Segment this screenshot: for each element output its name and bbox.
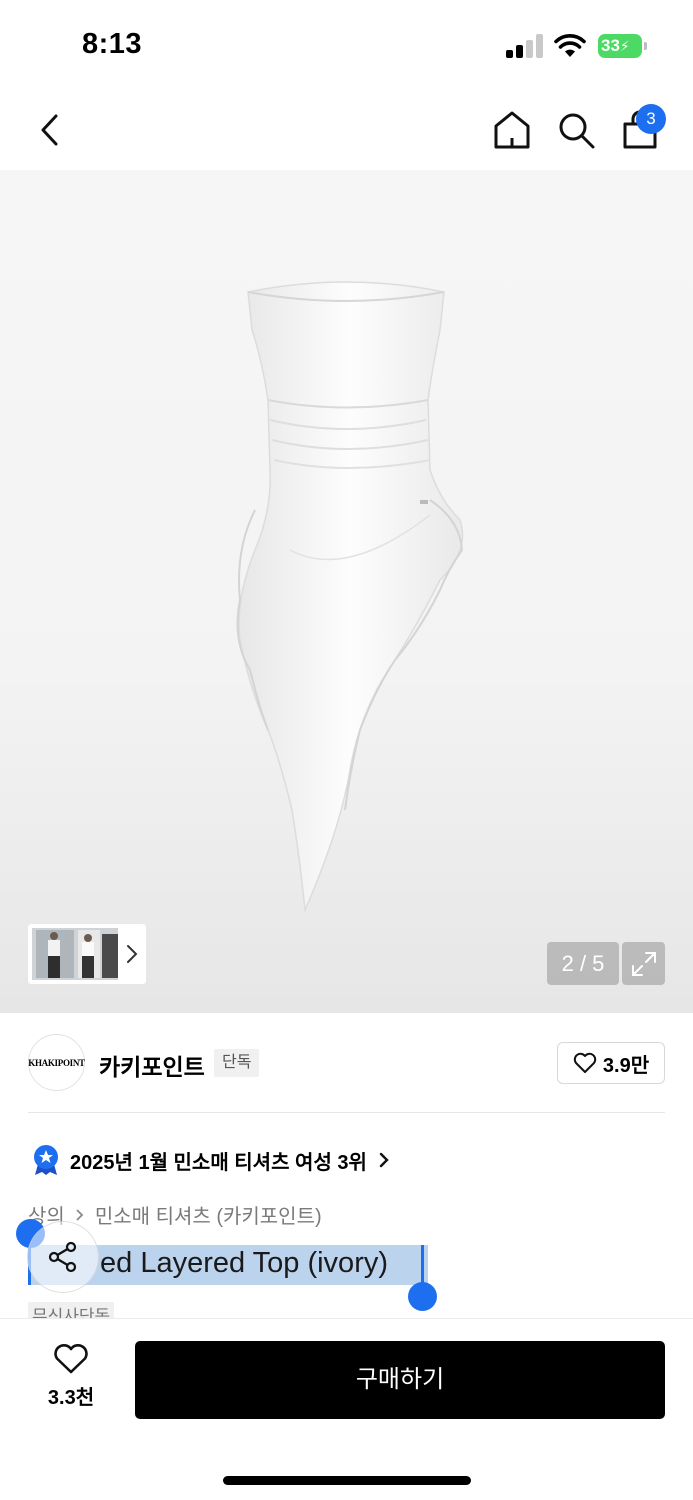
search-button[interactable] [552, 106, 600, 154]
divider [28, 1112, 665, 1113]
status-time: 8:13 [82, 28, 143, 60]
brand-like-count: 3.9만 [602, 1054, 650, 1077]
back-button[interactable] [28, 108, 72, 152]
heart-icon [54, 1344, 88, 1374]
search-icon [559, 113, 595, 149]
thumbnail-strip[interactable] [28, 924, 146, 984]
selection-end-handle[interactable] [408, 1282, 437, 1311]
wishlist-count: 3.3천 [47, 1387, 95, 1409]
ranking-text: 2025년 1월 민소매 티셔츠 여성 3위 [70, 1151, 367, 1174]
expand-icon [631, 951, 656, 976]
expand-button[interactable] [622, 942, 665, 985]
chevron-right-icon [76, 1208, 84, 1221]
ranking-link[interactable]: 2025년 1월 민소매 티셔츠 여성 3위 [32, 1143, 391, 1177]
ranking-badge-icon [34, 1145, 58, 1175]
heart-icon [573, 1052, 597, 1073]
home-icon [494, 111, 530, 149]
selection-end-bar [421, 1245, 424, 1285]
thumbnail-image[interactable] [32, 928, 118, 980]
brand-name[interactable]: 카키포인트 [99, 1048, 205, 1082]
battery-icon: 33⚡ [598, 34, 647, 58]
status-bar: 8:13 33⚡ [0, 0, 693, 90]
chevron-right-icon [127, 945, 138, 963]
buy-button[interactable]: 구매하기 [135, 1341, 665, 1419]
image-counter: 2 / 5 [547, 942, 619, 985]
top-nav [0, 90, 693, 170]
exclusive-tag: 단독 [214, 1049, 260, 1077]
product-photo [236, 281, 464, 913]
bottom-action-bar: 3.3천 구매하기 [0, 1318, 693, 1500]
wifi-icon [554, 33, 586, 59]
cart-count-badge: 3 [636, 104, 666, 134]
back-icon [41, 114, 58, 146]
brand-row: KHAKIPOINT 카키포인트 단독 3.9만 [28, 1034, 665, 1092]
cellular-signal-icon [506, 34, 544, 58]
share-button[interactable] [27, 1221, 99, 1293]
share-icon [48, 1241, 77, 1273]
wishlist-button[interactable]: 3.3천 [32, 1343, 110, 1413]
chevron-right-icon [379, 1152, 389, 1168]
home-button[interactable] [488, 106, 536, 154]
home-indicator[interactable] [223, 1476, 471, 1485]
brand-logo-text: KHAKIPOINT [28, 1057, 85, 1068]
product-image-gallery[interactable]: 2 / 5 [0, 170, 693, 1013]
battery-level: 33 [601, 36, 620, 55]
breadcrumb-subcategory[interactable]: 민소매 티셔츠 (카키포인트) [95, 1200, 322, 1229]
product-title-text: ed Layered Top (ivory) [100, 1247, 389, 1279]
brand-logo[interactable]: KHAKIPOINT [28, 1034, 85, 1091]
brand-like-button[interactable]: 3.9만 [557, 1042, 665, 1084]
